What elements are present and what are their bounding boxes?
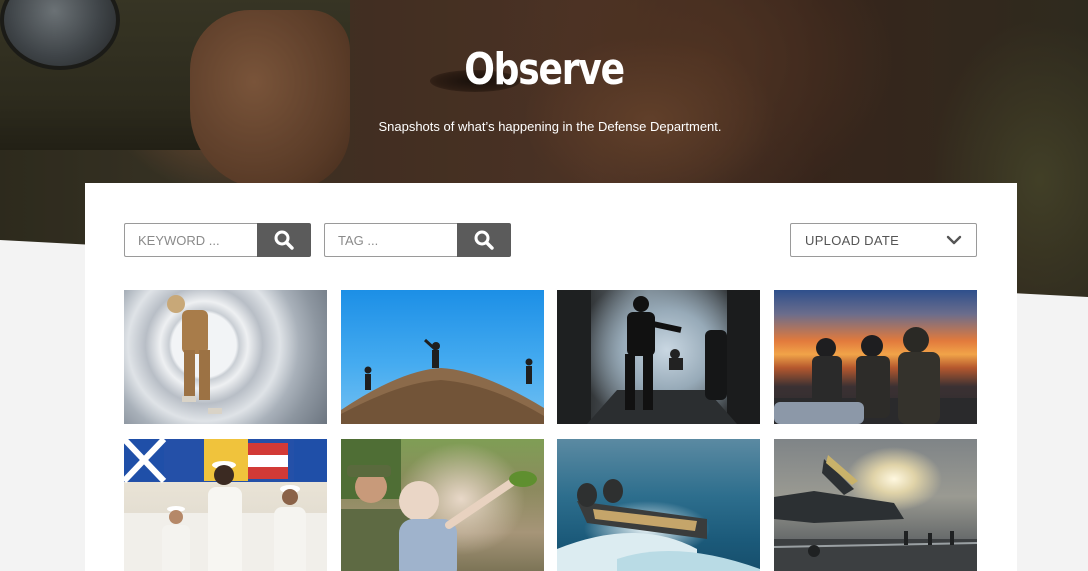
- page-subtitle: Snapshots of what’s happening in the Def…: [378, 119, 722, 134]
- search-icon: [274, 230, 294, 250]
- photo-fighter-jet[interactable]: [774, 439, 977, 571]
- sort-selected-label: UPLOAD DATE: [805, 232, 900, 248]
- content-card: UPLOAD DATE: [85, 183, 1017, 571]
- tag-search-button[interactable]: [457, 223, 511, 257]
- photo-hovercraft[interactable]: [557, 439, 760, 571]
- photo-pipe-inspection[interactable]: [124, 290, 327, 424]
- page-title: Observe: [464, 44, 625, 95]
- chevron-down-icon: [946, 235, 962, 245]
- sort-dropdown[interactable]: UPLOAD DATE: [790, 223, 977, 257]
- photo-aircraft-jump[interactable]: [557, 290, 760, 424]
- photo-sunset-soldiers[interactable]: [774, 290, 977, 424]
- keyword-search: [124, 223, 311, 257]
- tag-input[interactable]: [324, 223, 457, 257]
- keyword-input[interactable]: [124, 223, 257, 257]
- photo-sailors-parade[interactable]: [124, 439, 327, 571]
- tag-search: [324, 223, 511, 257]
- photo-child-ceremony[interactable]: [341, 439, 544, 571]
- keyword-search-button[interactable]: [257, 223, 311, 257]
- search-icon: [474, 230, 494, 250]
- photo-hill-climb[interactable]: [341, 290, 544, 424]
